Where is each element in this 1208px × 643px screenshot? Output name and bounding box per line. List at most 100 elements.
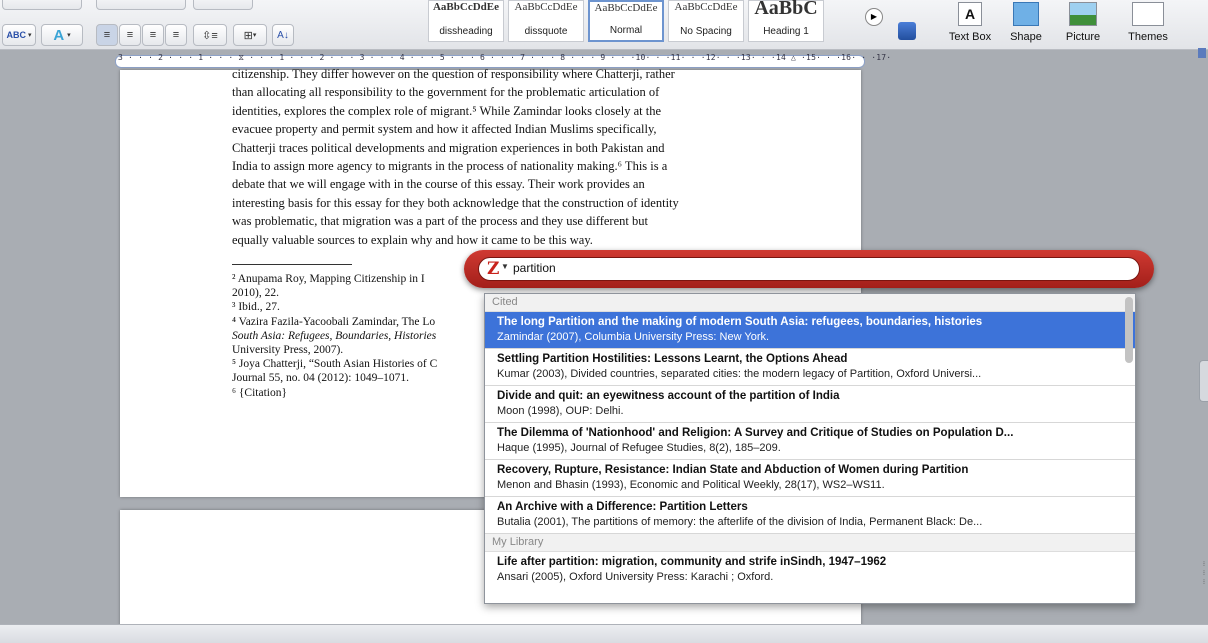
result-subtitle: Menon and Bhasin (1993), Economic and Po… [497,479,885,491]
result-item[interactable]: Recovery, Rupture, Resistance: Indian St… [485,460,1135,497]
insert-label: Picture [1065,31,1101,43]
search-query[interactable]: partition [513,261,556,275]
body-paragraph: citizenship. They differ however on the … [232,67,760,249]
result-subtitle: Ansari (2005), Oxford University Press: … [497,571,774,583]
citation-search-input[interactable]: Z ▼ partition [478,257,1140,281]
result-item[interactable]: Settling Partition Hostilities: Lessons … [485,349,1135,386]
result-item[interactable]: Divide and quit: an eyewitness account o… [485,386,1135,423]
text-effects-button[interactable]: A ▾ [41,24,83,46]
paragraph-line: identities, explores the complex role of… [232,103,662,118]
sort-icon: A↓ [277,29,289,41]
toolbar-button-top[interactable] [96,0,186,10]
style-name: No Spacing [680,26,732,37]
justify-button[interactable]: ≡ [165,24,187,46]
abc-icon: ABC [6,30,26,40]
ribbon-toolbar: ABC ▾ A ▾ ≡ ≡ ≡ ≡ ⇳≡ ⊞ ▾ A↓ AaBbCcDdEe d… [0,0,1208,50]
paragraph-line: interesting basis for this essay for the… [232,195,679,210]
play-icon: ▶ [870,12,878,21]
style-name: Normal [609,25,643,36]
result-subtitle: Butalia (2001), The partitions of memory… [497,516,983,528]
result-title: Recovery, Rupture, Resistance: Indian St… [497,464,969,476]
result-item[interactable]: The long Partition and the making of mod… [485,312,1135,349]
style-dissquote[interactable]: AaBbCcDdEe dissquote [508,0,584,42]
style-no-spacing[interactable]: AaBbCcDdEe No Spacing [668,0,744,42]
align-center-icon: ≡ [126,29,134,41]
toolbar-button-top[interactable] [2,0,82,10]
align-center-button[interactable]: ≡ [119,24,141,46]
style-preview: AaBbCcDdEe [432,1,499,13]
style-preview: AaBbC [754,0,818,19]
sidebar-toggle-tab[interactable] [1199,360,1208,402]
results-scrollbar[interactable] [1125,297,1133,363]
styles-scroll-button[interactable]: ▶ [865,8,883,26]
style-preview: AaBbCcDdEe [674,1,738,13]
style-preview: AaBbCcDdEe [514,1,578,13]
view-controls[interactable]: ⁝ ⁝ ⁝ [1200,560,1208,606]
footnote-separator [232,264,352,265]
toolbar-button-top[interactable] [193,0,253,10]
scroll-up-button[interactable] [1198,48,1206,58]
insert-text-box[interactable]: A Text Box [946,0,994,43]
paragraph-line: evacuee property and permit system and h… [232,122,657,137]
result-title: Settling Partition Hostilities: Lessons … [497,353,848,365]
text-effects-icon: A [53,26,65,44]
align-left-button[interactable]: ≡ [96,24,118,46]
section-header-cited: Cited [485,294,1135,312]
line-spacing-icon: ⇳≡ [202,29,218,42]
borders-icon: ⊞ [243,29,253,42]
result-title: Divide and quit: an eyewitness account o… [497,390,840,402]
align-right-icon: ≡ [149,29,157,41]
zotero-quick-format-bar: Z ▼ partition [464,250,1154,288]
style-preview: AaBbCcDdEe [594,2,658,14]
paragraph-line: debate that we will engage with in the c… [232,177,645,192]
ruler-ticks: 3 · · · 2 · · · 1 · · · ⧖ · · · 1 · · · … [118,53,892,62]
insert-label: Text Box [948,31,992,43]
chevron-down-icon: ▾ [27,32,32,39]
borders-button[interactable]: ⊞ ▾ [233,24,267,46]
chevron-down-icon[interactable]: ▼ [501,262,509,271]
result-subtitle: Kumar (2003), Divided countries, separat… [497,368,982,380]
text-box-icon: A [958,2,982,26]
citation-results-list[interactable]: Cited The long Partition and the making … [484,293,1136,604]
style-heading-1[interactable]: AaBbC Heading 1 [748,0,824,42]
zotero-logo-icon[interactable]: Z [487,260,499,278]
line-spacing-button[interactable]: ⇳≡ [193,24,227,46]
result-title: The Dilemma of 'Nationhood' and Religion… [497,427,1014,439]
chevron-down-icon: ▾ [252,32,257,39]
result-item[interactable]: The Dilemma of 'Nationhood' and Religion… [485,423,1135,460]
result-subtitle: Moon (1998), OUP: Delhi. [497,405,624,417]
result-title: An Archive with a Difference: Partition … [497,501,748,513]
paragraph-line: than allocating all responsibility to th… [232,85,660,100]
result-title: The long Partition and the making of mod… [497,316,983,328]
align-right-button[interactable]: ≡ [142,24,164,46]
paragraph-line: Chatterji traces political developments … [232,140,665,155]
result-item[interactable]: Life after partition: migration, communi… [485,552,1135,589]
paragraph-line: equally valuable sources to explain why … [232,232,593,247]
insert-shape[interactable]: Shape [1004,0,1048,43]
spelling-button[interactable]: ABC ▾ [2,24,36,46]
style-name: Heading 1 [763,26,809,37]
result-item[interactable]: An Archive with a Difference: Partition … [485,497,1135,534]
paragraph-line: citizenship. They differ however on the … [232,67,675,81]
result-subtitle: Zamindar (2007), Columbia University Pre… [497,331,770,343]
picture-icon [1069,2,1097,26]
shape-icon [1013,2,1039,26]
styles-pane-icon[interactable] [898,22,916,40]
insert-themes[interactable]: Themes [1122,0,1174,43]
align-left-icon: ≡ [103,29,111,41]
chevron-down-icon: ▾ [67,32,71,39]
insert-label: Shape [1010,31,1042,43]
result-title: Life after partition: migration, communi… [497,556,887,568]
sort-button[interactable]: A↓ [272,24,294,46]
style-dissheading[interactable]: AaBbCcDdEe dissheading [428,0,504,42]
status-bar [0,624,1208,643]
section-header-library: My Library [485,534,1135,552]
justify-icon: ≡ [172,29,180,41]
result-subtitle: Haque (1995), Journal of Refugee Studies… [497,442,781,454]
insert-label: Themes [1128,31,1168,43]
style-name: dissquote [524,26,568,37]
paragraph-line: was problematic, that migration was a pa… [232,214,648,229]
style-normal[interactable]: AaBbCcDdEe Normal [588,0,664,42]
insert-picture[interactable]: Picture [1058,0,1108,43]
style-name: dissheading [439,26,493,37]
